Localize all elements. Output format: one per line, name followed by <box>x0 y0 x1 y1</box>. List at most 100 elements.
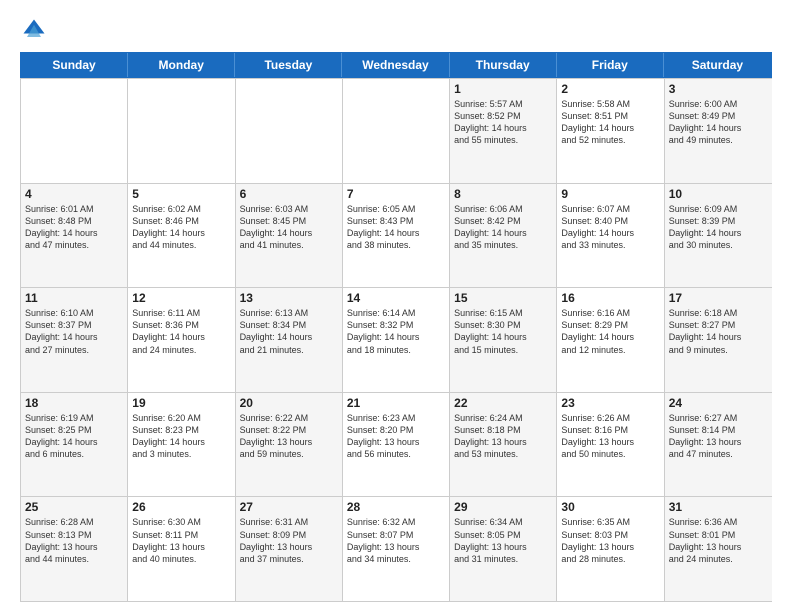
day-info: Sunrise: 6:26 AM Sunset: 8:16 PM Dayligh… <box>561 412 659 461</box>
day-number: 29 <box>454 500 552 514</box>
day-info: Sunrise: 6:15 AM Sunset: 8:30 PM Dayligh… <box>454 307 552 356</box>
day-number: 30 <box>561 500 659 514</box>
day-number: 11 <box>25 291 123 305</box>
day-info: Sunrise: 6:20 AM Sunset: 8:23 PM Dayligh… <box>132 412 230 461</box>
day-cell-5: 5 Sunrise: 6:02 AM Sunset: 8:46 PM Daylig… <box>128 184 235 288</box>
day-number: 8 <box>454 187 552 201</box>
day-info: Sunrise: 6:11 AM Sunset: 8:36 PM Dayligh… <box>132 307 230 356</box>
day-cell-20: 20 Sunrise: 6:22 AM Sunset: 8:22 PM Dayli… <box>236 393 343 497</box>
weekday-header-saturday: Saturday <box>664 53 771 77</box>
day-cell-1: 1 Sunrise: 5:57 AM Sunset: 8:52 PM Daylig… <box>450 79 557 183</box>
logo-icon <box>20 16 48 44</box>
week-row-4: 18 Sunrise: 6:19 AM Sunset: 8:25 PM Dayli… <box>21 392 772 497</box>
day-number: 24 <box>669 396 768 410</box>
day-info: Sunrise: 6:23 AM Sunset: 8:20 PM Dayligh… <box>347 412 445 461</box>
empty-cell <box>343 79 450 183</box>
day-number: 28 <box>347 500 445 514</box>
day-cell-18: 18 Sunrise: 6:19 AM Sunset: 8:25 PM Dayli… <box>21 393 128 497</box>
day-cell-14: 14Sunrise: 6:14 AM Sunset: 8:32 PM Dayli… <box>343 288 450 392</box>
day-cell-30: 30 Sunrise: 6:35 AM Sunset: 8:03 PM Dayli… <box>557 497 664 601</box>
day-cell-28: 28 Sunrise: 6:32 AM Sunset: 8:07 PM Dayli… <box>343 497 450 601</box>
calendar-header: SundayMondayTuesdayWednesdayThursdayFrid… <box>20 52 772 78</box>
day-info: Sunrise: 6:27 AM Sunset: 8:14 PM Dayligh… <box>669 412 768 461</box>
day-cell-2: 2 Sunrise: 5:58 AM Sunset: 8:51 PM Daylig… <box>557 79 664 183</box>
day-number: 3 <box>669 82 768 96</box>
day-info: Sunrise: 6:34 AM Sunset: 8:05 PM Dayligh… <box>454 516 552 565</box>
day-number: 22 <box>454 396 552 410</box>
day-cell-11: 11 Sunrise: 6:10 AM Sunset: 8:37 PM Dayli… <box>21 288 128 392</box>
day-cell-24: 24 Sunrise: 6:27 AM Sunset: 8:14 PM Dayli… <box>665 393 772 497</box>
day-number: 7 <box>347 187 445 201</box>
day-info: Sunrise: 6:00 AM Sunset: 8:49 PM Dayligh… <box>669 98 768 147</box>
day-cell-19: 19 Sunrise: 6:20 AM Sunset: 8:23 PM Dayli… <box>128 393 235 497</box>
header <box>20 16 772 44</box>
day-number: 5 <box>132 187 230 201</box>
day-info: Sunrise: 5:57 AM Sunset: 8:52 PM Dayligh… <box>454 98 552 147</box>
day-number: 13 <box>240 291 338 305</box>
day-info: Sunrise: 6:14 AM Sunset: 8:32 PM Dayligh… <box>347 307 445 356</box>
day-cell-16: 16 Sunrise: 6:16 AM Sunset: 8:29 PM Dayli… <box>557 288 664 392</box>
day-number: 12 <box>132 291 230 305</box>
calendar: SundayMondayTuesdayWednesdayThursdayFrid… <box>20 52 772 602</box>
day-info: Sunrise: 6:16 AM Sunset: 8:29 PM Dayligh… <box>561 307 659 356</box>
weekday-header-friday: Friday <box>557 53 664 77</box>
day-info: Sunrise: 6:31 AM Sunset: 8:09 PM Dayligh… <box>240 516 338 565</box>
day-cell-31: 31 Sunrise: 6:36 AM Sunset: 8:01 PM Dayli… <box>665 497 772 601</box>
empty-cell <box>236 79 343 183</box>
day-cell-23: 23Sunrise: 6:26 AM Sunset: 8:16 PM Dayli… <box>557 393 664 497</box>
day-info: Sunrise: 6:24 AM Sunset: 8:18 PM Dayligh… <box>454 412 552 461</box>
day-info: Sunrise: 6:09 AM Sunset: 8:39 PM Dayligh… <box>669 203 768 252</box>
day-number: 20 <box>240 396 338 410</box>
day-info: Sunrise: 6:36 AM Sunset: 8:01 PM Dayligh… <box>669 516 768 565</box>
day-cell-15: 15Sunrise: 6:15 AM Sunset: 8:30 PM Dayli… <box>450 288 557 392</box>
week-row-1: 1 Sunrise: 5:57 AM Sunset: 8:52 PM Daylig… <box>21 78 772 183</box>
day-info: Sunrise: 6:01 AM Sunset: 8:48 PM Dayligh… <box>25 203 123 252</box>
logo <box>20 16 52 44</box>
day-info: Sunrise: 6:30 AM Sunset: 8:11 PM Dayligh… <box>132 516 230 565</box>
day-number: 21 <box>347 396 445 410</box>
day-cell-22: 22 Sunrise: 6:24 AM Sunset: 8:18 PM Dayli… <box>450 393 557 497</box>
day-info: Sunrise: 6:19 AM Sunset: 8:25 PM Dayligh… <box>25 412 123 461</box>
day-number: 6 <box>240 187 338 201</box>
day-number: 19 <box>132 396 230 410</box>
empty-cell <box>128 79 235 183</box>
day-info: Sunrise: 6:18 AM Sunset: 8:27 PM Dayligh… <box>669 307 768 356</box>
day-cell-17: 17 Sunrise: 6:18 AM Sunset: 8:27 PM Dayli… <box>665 288 772 392</box>
day-info: Sunrise: 6:13 AM Sunset: 8:34 PM Dayligh… <box>240 307 338 356</box>
day-info: Sunrise: 6:02 AM Sunset: 8:46 PM Dayligh… <box>132 203 230 252</box>
day-cell-29: 29 Sunrise: 6:34 AM Sunset: 8:05 PM Dayli… <box>450 497 557 601</box>
weekday-header-tuesday: Tuesday <box>235 53 342 77</box>
day-info: Sunrise: 6:05 AM Sunset: 8:43 PM Dayligh… <box>347 203 445 252</box>
week-row-2: 4Sunrise: 6:01 AM Sunset: 8:48 PM Daylig… <box>21 183 772 288</box>
day-number: 2 <box>561 82 659 96</box>
day-info: Sunrise: 5:58 AM Sunset: 8:51 PM Dayligh… <box>561 98 659 147</box>
day-info: Sunrise: 6:07 AM Sunset: 8:40 PM Dayligh… <box>561 203 659 252</box>
day-cell-26: 26 Sunrise: 6:30 AM Sunset: 8:11 PM Dayli… <box>128 497 235 601</box>
day-number: 31 <box>669 500 768 514</box>
page: SundayMondayTuesdayWednesdayThursdayFrid… <box>0 0 792 612</box>
day-number: 17 <box>669 291 768 305</box>
day-number: 26 <box>132 500 230 514</box>
day-info: Sunrise: 6:28 AM Sunset: 8:13 PM Dayligh… <box>25 516 123 565</box>
calendar-body: 1 Sunrise: 5:57 AM Sunset: 8:52 PM Daylig… <box>20 78 772 602</box>
empty-cell <box>21 79 128 183</box>
day-cell-6: 6 Sunrise: 6:03 AM Sunset: 8:45 PM Daylig… <box>236 184 343 288</box>
weekday-header-wednesday: Wednesday <box>342 53 449 77</box>
day-info: Sunrise: 6:03 AM Sunset: 8:45 PM Dayligh… <box>240 203 338 252</box>
day-info: Sunrise: 6:32 AM Sunset: 8:07 PM Dayligh… <box>347 516 445 565</box>
day-number: 27 <box>240 500 338 514</box>
day-info: Sunrise: 6:22 AM Sunset: 8:22 PM Dayligh… <box>240 412 338 461</box>
day-number: 1 <box>454 82 552 96</box>
day-info: Sunrise: 6:35 AM Sunset: 8:03 PM Dayligh… <box>561 516 659 565</box>
day-info: Sunrise: 6:10 AM Sunset: 8:37 PM Dayligh… <box>25 307 123 356</box>
weekday-header-monday: Monday <box>128 53 235 77</box>
weekday-header-sunday: Sunday <box>21 53 128 77</box>
day-cell-25: 25Sunrise: 6:28 AM Sunset: 8:13 PM Dayli… <box>21 497 128 601</box>
day-number: 16 <box>561 291 659 305</box>
day-cell-27: 27 Sunrise: 6:31 AM Sunset: 8:09 PM Dayli… <box>236 497 343 601</box>
day-number: 18 <box>25 396 123 410</box>
weekday-header-thursday: Thursday <box>450 53 557 77</box>
week-row-3: 11 Sunrise: 6:10 AM Sunset: 8:37 PM Dayli… <box>21 287 772 392</box>
day-cell-9: 9Sunrise: 6:07 AM Sunset: 8:40 PM Daylig… <box>557 184 664 288</box>
day-cell-21: 21 Sunrise: 6:23 AM Sunset: 8:20 PM Dayli… <box>343 393 450 497</box>
